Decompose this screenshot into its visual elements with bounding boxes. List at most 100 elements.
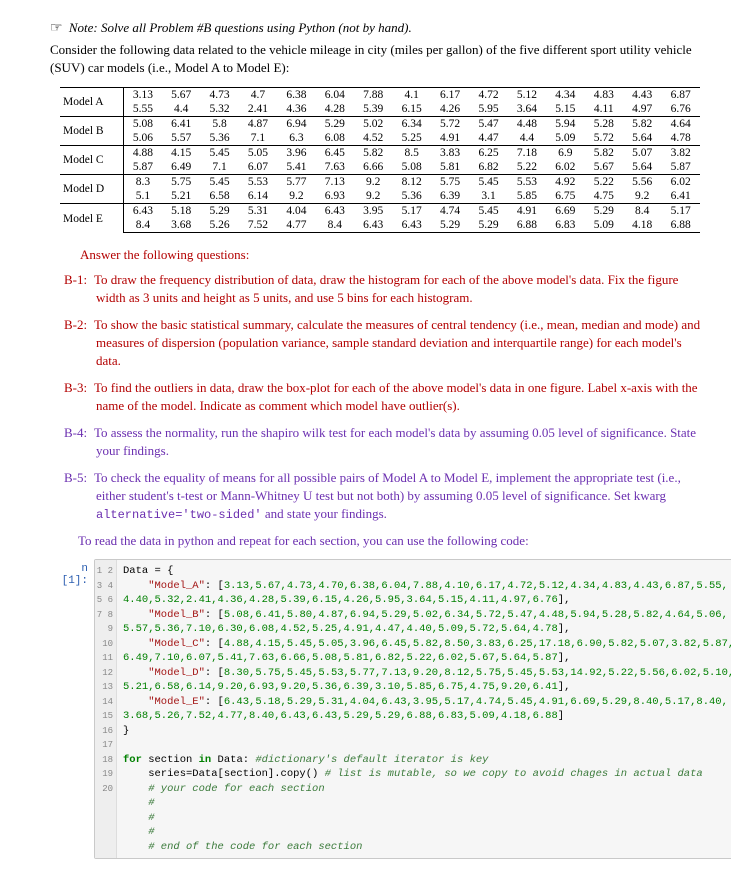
data-cell: 5.53 xyxy=(239,175,277,190)
data-cell: 5.22 xyxy=(585,175,623,190)
data-cell: 6.88 xyxy=(661,218,700,233)
data-cell: 6.43 xyxy=(124,204,162,219)
data-cell: 6.02 xyxy=(546,160,584,175)
data-cell: 5.45 xyxy=(469,175,507,190)
question-item: B-1:To draw the frequency distribution o… xyxy=(64,271,701,307)
data-cell: 7.52 xyxy=(239,218,277,233)
data-cell: 5.08 xyxy=(124,117,162,132)
data-cell: 5.09 xyxy=(585,218,623,233)
data-cell: 5.39 xyxy=(354,102,392,117)
data-cell: 5.64 xyxy=(623,160,661,175)
data-cell: 5.17 xyxy=(392,204,430,219)
data-cell: 6.02 xyxy=(661,175,700,190)
data-cell: 5.77 xyxy=(277,175,315,190)
data-cell: 4.11 xyxy=(585,102,623,117)
data-cell: 4.47 xyxy=(469,131,507,146)
data-cell: 3.64 xyxy=(508,102,546,117)
data-cell: 5.36 xyxy=(392,189,430,204)
data-cell: 4.64 xyxy=(661,117,700,132)
data-cell: 3.1 xyxy=(469,189,507,204)
data-cell: 4.52 xyxy=(354,131,392,146)
data-cell: 3.95 xyxy=(354,204,392,219)
data-cell: 5.36 xyxy=(200,131,238,146)
question-text: To check the equality of means for all p… xyxy=(94,470,681,521)
data-cell: 4.15 xyxy=(162,146,200,161)
data-cell: 6.43 xyxy=(316,204,354,219)
data-cell: 5.72 xyxy=(585,131,623,146)
data-cell: 5.87 xyxy=(124,160,162,175)
data-cell: 6.9 xyxy=(546,146,584,161)
data-cell: 5.41 xyxy=(277,160,315,175)
question-item: B-2:To show the basic statistical summar… xyxy=(64,316,701,370)
data-cell: 5.75 xyxy=(162,175,200,190)
line-gutter: 1 2 3 4 5 6 7 8 9 10 11 12 13 14 15 16 1… xyxy=(95,560,117,858)
data-cell: 5.82 xyxy=(354,146,392,161)
data-cell: 8.4 xyxy=(124,218,162,233)
data-cell: 6.14 xyxy=(239,189,277,204)
data-cell: 5.21 xyxy=(162,189,200,204)
data-cell: 5.87 xyxy=(661,160,700,175)
data-cell: 4.83 xyxy=(585,88,623,103)
data-cell: 5.67 xyxy=(162,88,200,103)
data-cell: 2.41 xyxy=(239,102,277,117)
data-cell: 4.75 xyxy=(585,189,623,204)
data-cell: 5.55 xyxy=(124,102,162,117)
data-cell: 5.53 xyxy=(508,175,546,190)
data-cell: 4.26 xyxy=(431,102,469,117)
data-cell: 5.82 xyxy=(623,117,661,132)
data-cell: 5.15 xyxy=(546,102,584,117)
question-item: B-4:To assess the normality, run the sha… xyxy=(64,424,701,460)
read-hint: To read the data in python and repeat fo… xyxy=(64,532,701,550)
data-cell: 4.88 xyxy=(124,146,162,161)
question-label: B-3: xyxy=(64,379,94,397)
data-cell: 8.4 xyxy=(623,204,661,219)
data-cell: 6.66 xyxy=(354,160,392,175)
data-cell: 4.73 xyxy=(200,88,238,103)
code-box[interactable]: 1 2 3 4 5 6 7 8 9 10 11 12 13 14 15 16 1… xyxy=(94,559,731,859)
data-cell: 7.1 xyxy=(200,160,238,175)
data-cell: 5.94 xyxy=(546,117,584,132)
data-cell: 6.58 xyxy=(200,189,238,204)
data-cell: 6.41 xyxy=(162,117,200,132)
data-cell: 3.68 xyxy=(162,218,200,233)
data-cell: 4.72 xyxy=(469,88,507,103)
data-cell: 7.1 xyxy=(239,131,277,146)
data-cell: 9.2 xyxy=(354,175,392,190)
question-label: B-2: xyxy=(64,316,94,334)
data-cell: 5.82 xyxy=(585,146,623,161)
data-cell: 6.39 xyxy=(431,189,469,204)
code-content[interactable]: Data = { "Model_A": [3.13,5.67,4.73,4.70… xyxy=(117,560,731,858)
data-cell: 6.45 xyxy=(316,146,354,161)
data-cell: 5.09 xyxy=(546,131,584,146)
data-cell: 6.49 xyxy=(162,160,200,175)
answer-header: Answer the following questions: xyxy=(80,247,701,263)
data-cell: 6.94 xyxy=(277,117,315,132)
question-text: To draw the frequency distribution of da… xyxy=(94,272,678,305)
data-cell: 6.88 xyxy=(508,218,546,233)
data-cell: 5.29 xyxy=(316,117,354,132)
data-cell: 5.32 xyxy=(200,102,238,117)
data-cell: 5.47 xyxy=(469,117,507,132)
data-cell: 4.48 xyxy=(508,117,546,132)
data-cell: 5.1 xyxy=(124,189,162,204)
data-cell: 4.28 xyxy=(316,102,354,117)
model-label: Model D xyxy=(60,175,124,204)
data-cell: 4.92 xyxy=(546,175,584,190)
data-cell: 5.29 xyxy=(585,204,623,219)
data-cell: 4.36 xyxy=(277,102,315,117)
data-cell: 6.93 xyxy=(316,189,354,204)
data-table: Model A3.135.674.734.76.386.047.884.16.1… xyxy=(60,87,700,233)
data-cell: 4.74 xyxy=(431,204,469,219)
question-list: B-1:To draw the frequency distribution o… xyxy=(50,271,701,523)
data-cell: 4.7 xyxy=(239,88,277,103)
data-cell: 5.72 xyxy=(431,117,469,132)
data-cell: 5.67 xyxy=(585,160,623,175)
model-label: Model B xyxy=(60,117,124,146)
data-cell: 6.04 xyxy=(316,88,354,103)
data-cell: 4.77 xyxy=(277,218,315,233)
data-cell: 4.91 xyxy=(431,131,469,146)
data-cell: 5.07 xyxy=(623,146,661,161)
data-cell: 5.06 xyxy=(124,131,162,146)
model-label: Model C xyxy=(60,146,124,175)
data-cell: 5.12 xyxy=(508,88,546,103)
